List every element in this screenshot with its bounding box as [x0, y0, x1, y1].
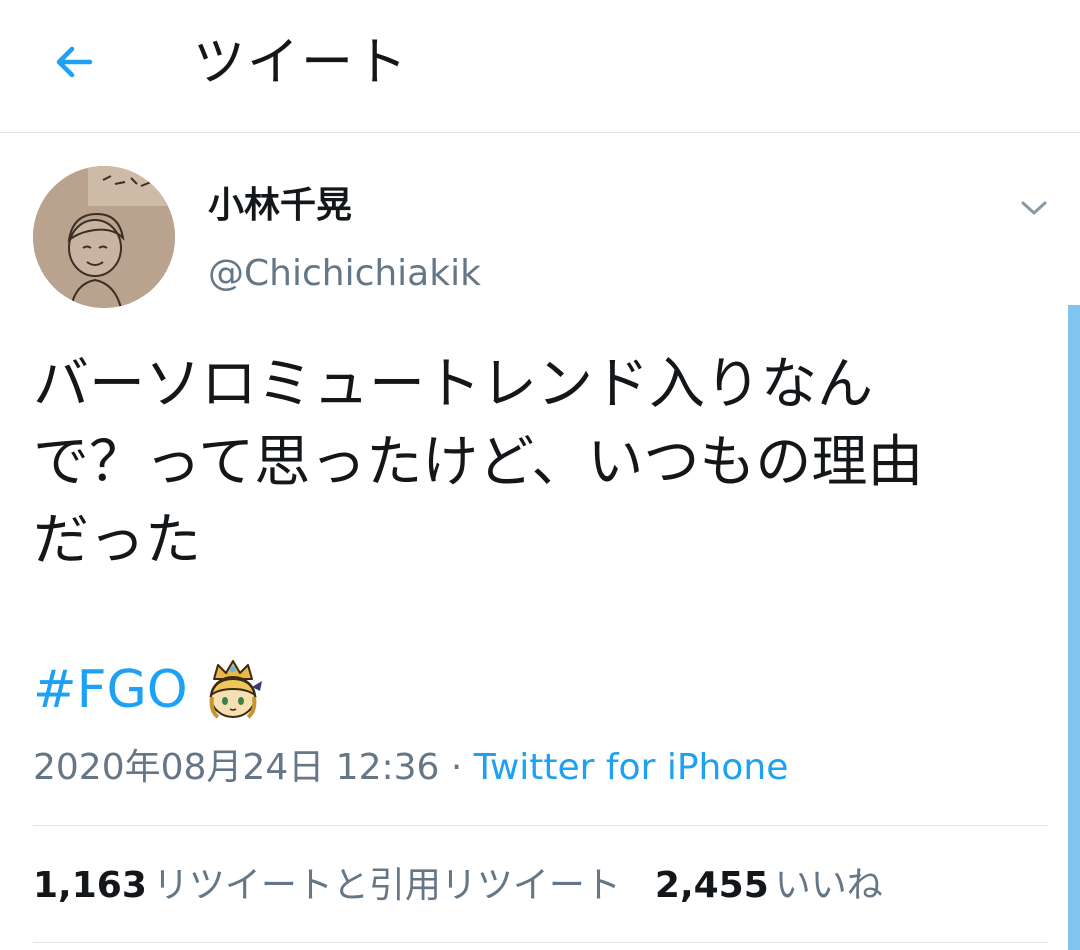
author-display-name[interactable]: 小林千晃: [208, 180, 352, 232]
tweet-text: バーソロミュートレンド入りなん で？って思ったけど、いつもの理由 だった: [33, 346, 1033, 580]
like-label: いいね: [774, 865, 883, 906]
retweet-label: リツイートと引用リツイート: [152, 865, 621, 906]
chevron-down-icon: [1021, 201, 1047, 215]
tweet-detail-screen: ツイート 小林千晃 @Chichichiakik バーソロミュートレンド入りなん…: [0, 0, 1080, 950]
author-handle[interactable]: @Chichichiakik: [208, 248, 481, 300]
top-bar: ツイート: [0, 0, 1080, 133]
saber-chibi-emoji: [209, 660, 262, 719]
tweet-text-line: バーソロミュートレンド入りなん: [33, 352, 873, 417]
back-button[interactable]: [42, 30, 106, 94]
meta-separator: ·: [439, 747, 474, 788]
page-title: ツイート: [193, 33, 410, 93]
like-count: 2,455: [654, 865, 769, 906]
retweets-stat[interactable]: 1,163 リツイートと引用リツイート: [33, 860, 621, 912]
tweet-source-link[interactable]: Twitter for iPhone: [474, 747, 789, 788]
tweet-stats: 1,163 リツイートと引用リツイート 2,455 いいね: [33, 860, 883, 912]
tweet-text-line: で？って思ったけど、いつもの理由: [33, 430, 924, 495]
likes-stat[interactable]: 2,455 いいね: [655, 860, 883, 912]
tweet-options-button[interactable]: [1012, 186, 1056, 230]
hashtag-row: #FGO: [33, 654, 266, 726]
scrollbar[interactable]: [1068, 305, 1080, 950]
retweet-count: 1,163: [33, 865, 147, 906]
avatar[interactable]: [33, 166, 175, 308]
hashtag-link[interactable]: #FGO: [33, 654, 188, 726]
arrow-left-icon: [56, 46, 93, 78]
avatar-drawing: [33, 166, 175, 308]
divider: [33, 942, 1048, 943]
divider: [33, 825, 1048, 826]
tweet-text-line: だった: [33, 508, 201, 573]
tweet-timestamp[interactable]: 2020年08月24日 12:36: [33, 747, 439, 788]
tweet-meta: 2020年08月24日 12:36 · Twitter for iPhone: [33, 742, 788, 794]
